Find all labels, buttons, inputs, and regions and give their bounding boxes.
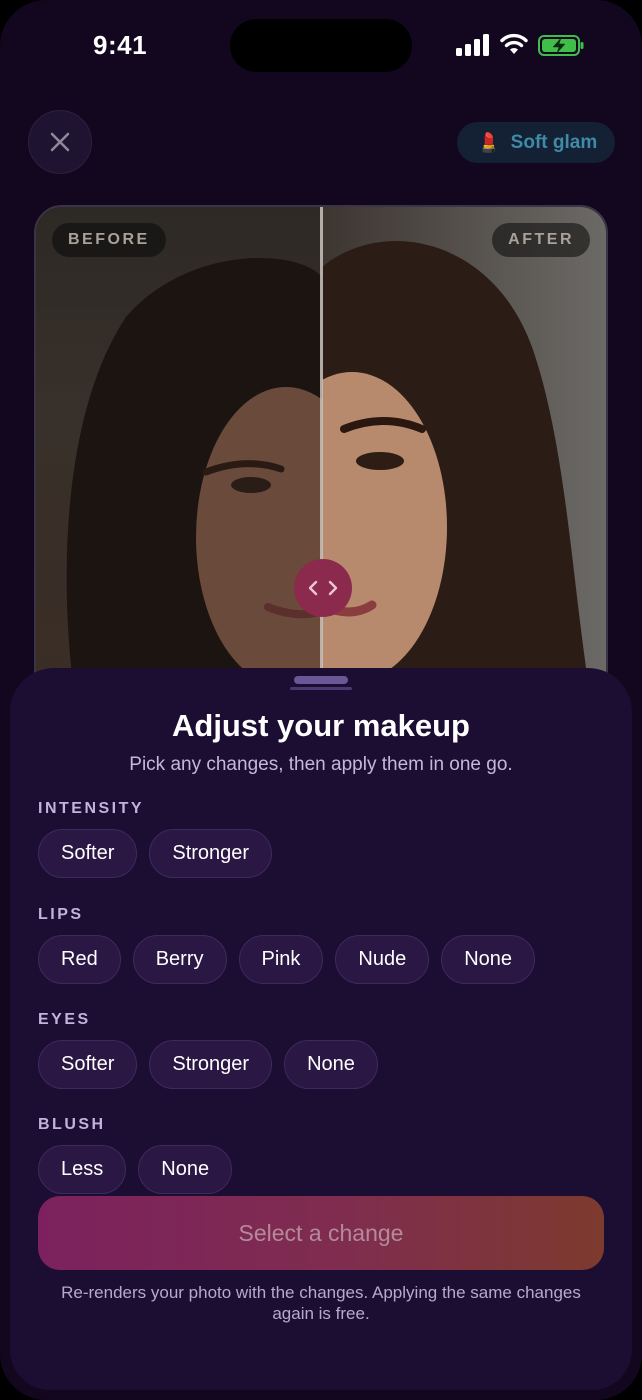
option-lips-pink[interactable]: Pink xyxy=(238,935,324,984)
intensity-options: Softer Stronger xyxy=(38,829,273,878)
sheet-grabber[interactable] xyxy=(294,676,348,684)
lips-options: Red Berry Pink Nude None xyxy=(38,935,536,984)
blush-options: Less None xyxy=(38,1145,233,1194)
option-intensity-stronger[interactable]: Stronger xyxy=(149,829,273,878)
comparison-divider[interactable] xyxy=(320,207,323,703)
sheet-title: Adjust your makeup xyxy=(172,708,470,743)
battery-charging-icon xyxy=(538,35,584,56)
after-photo xyxy=(257,207,606,703)
lipstick-icon: 💄 xyxy=(477,132,501,154)
option-eyes-softer[interactable]: Softer xyxy=(38,1040,138,1089)
section-label-intensity: INTENSITY xyxy=(38,800,145,817)
option-blush-none[interactable]: None xyxy=(138,1145,233,1194)
option-intensity-softer[interactable]: Softer xyxy=(38,829,138,878)
sheet-grabber-shadow xyxy=(290,687,352,690)
before-photo xyxy=(36,207,376,703)
app-screen: 9:41 💄 Soft glam BEFORE AFTER Adjust you… xyxy=(0,0,642,1400)
section-label-eyes: EYES xyxy=(38,1011,91,1028)
style-chip-label: Soft glam xyxy=(510,131,598,153)
chevron-left-right-icon xyxy=(308,580,338,596)
comparison-slider-handle[interactable] xyxy=(294,559,352,617)
option-eyes-none[interactable]: None xyxy=(284,1040,378,1089)
sheet-subtitle: Pick any changes, then apply them in one… xyxy=(129,754,513,775)
option-blush-less[interactable]: Less xyxy=(38,1145,127,1194)
cellular-signal-icon xyxy=(456,34,490,56)
before-after-comparison[interactable]: BEFORE AFTER xyxy=(34,205,608,705)
option-lips-red[interactable]: Red xyxy=(38,935,121,984)
eyes-options: Softer Stronger None xyxy=(38,1040,378,1089)
section-label-lips: LIPS xyxy=(38,906,84,923)
adjust-makeup-sheet: Adjust your makeup Pick any changes, the… xyxy=(10,668,632,1390)
close-icon xyxy=(50,132,70,152)
option-lips-berry[interactable]: Berry xyxy=(132,935,227,984)
option-lips-none[interactable]: None xyxy=(441,935,536,984)
status-time: 9:41 xyxy=(93,30,148,60)
style-chip[interactable]: 💄 Soft glam xyxy=(457,122,615,163)
option-eyes-stronger[interactable]: Stronger xyxy=(149,1040,273,1089)
close-button[interactable] xyxy=(28,110,92,174)
before-label: BEFORE xyxy=(52,223,166,257)
apply-footnote: Re-renders your photo with the changes. … xyxy=(61,1283,581,1323)
after-label: AFTER xyxy=(492,223,590,257)
option-lips-nude[interactable]: Nude xyxy=(335,935,430,984)
apply-changes-button[interactable]: Select a change xyxy=(38,1196,604,1270)
dynamic-island xyxy=(230,19,412,72)
wifi-icon xyxy=(500,33,528,54)
section-label-blush: BLUSH xyxy=(38,1116,106,1133)
status-bar: 9:41 xyxy=(0,0,642,92)
